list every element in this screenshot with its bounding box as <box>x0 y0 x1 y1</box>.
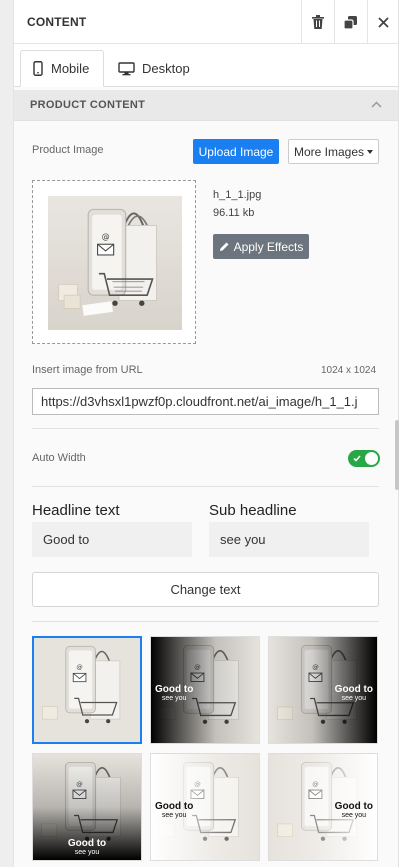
panel-title: CONTENT <box>27 15 87 29</box>
headline-input[interactable]: Good to <box>32 522 192 557</box>
preview-tile[interactable]: @ Good tosee you <box>150 753 260 861</box>
preview-overlay-text: Good to see you <box>155 801 194 820</box>
tab-mobile-label: Mobile <box>51 61 90 76</box>
content-panel: CONTENT Mobile Desktop PRODUCT CONTENT P… <box>13 0 399 867</box>
preview-headline: Good to <box>155 684 194 695</box>
svg-text:@: @ <box>102 232 110 241</box>
resize-handle[interactable] <box>395 420 399 490</box>
product-image-label: Product Image <box>32 144 104 156</box>
divider <box>32 486 379 487</box>
divider <box>32 621 379 622</box>
preview-tile[interactable]: @ Good tosee you <box>32 753 142 861</box>
more-images-dropdown[interactable]: More Images <box>288 139 379 164</box>
panel-header: CONTENT <box>14 0 398 44</box>
subheadline-label: Sub headline <box>209 502 297 519</box>
preview-overlay-text: Good to see you <box>33 838 141 857</box>
apply-effects-label: Apply Effects <box>233 239 304 254</box>
svg-text:@: @ <box>76 663 82 671</box>
url-label: Insert image from URL <box>32 364 143 376</box>
subheadline-input[interactable]: see you <box>209 522 369 557</box>
trash-icon <box>311 15 324 29</box>
preview-overlay-text: Good to see you <box>334 684 373 703</box>
check-icon <box>353 455 361 462</box>
device-tabs: Mobile Desktop <box>14 44 398 87</box>
change-text-button[interactable]: Change text <box>32 572 379 607</box>
preview-headline: Good to <box>67 838 107 849</box>
tab-mobile[interactable]: Mobile <box>20 50 104 87</box>
toggle-knob <box>365 452 378 465</box>
tab-desktop[interactable]: Desktop <box>116 50 190 87</box>
preview-subheadline: see you <box>161 812 187 819</box>
preview-subheadline: see you <box>74 849 100 856</box>
preview-tile[interactable]: @ Good tosee you <box>150 636 260 744</box>
image-url-input[interactable]: https://d3vhsxl1pwzf0p.cloudfront.net/ai… <box>32 388 379 415</box>
section-title: PRODUCT CONTENT <box>30 99 146 111</box>
preview-subheadline: see you <box>341 695 367 702</box>
duplicate-button[interactable] <box>334 0 366 44</box>
more-images-label: More Images <box>293 144 365 159</box>
file-name: h_1_1.jpg <box>213 189 262 201</box>
product-image-thumbnail: @ <box>48 196 182 330</box>
caret-down-icon <box>367 149 374 154</box>
tab-desktop-label: Desktop <box>142 61 190 76</box>
left-gutter <box>0 0 13 867</box>
auto-width-label: Auto Width <box>32 452 86 464</box>
delete-button[interactable] <box>301 0 333 44</box>
preview-overlay-text: Good to see you <box>155 684 194 703</box>
preview-headline: Good to <box>334 684 373 695</box>
preview-headline: Good to <box>155 801 194 812</box>
upload-image-button[interactable]: Upload Image <box>193 139 279 164</box>
preview-tile[interactable]: @ Good tosee you <box>268 753 378 861</box>
preview-subheadline: see you <box>341 812 367 819</box>
preview-tile[interactable]: @ <box>32 636 142 744</box>
preview-tile[interactable]: @ Good tosee you <box>268 636 378 744</box>
close-button[interactable] <box>367 0 398 44</box>
file-size: 96.11 kb <box>213 207 255 219</box>
product-image-dropzone[interactable]: @ <box>32 180 196 344</box>
headline-label: Headline text <box>32 502 120 519</box>
pencil-icon <box>219 242 229 251</box>
divider <box>32 428 379 429</box>
product-content-section-header[interactable]: PRODUCT CONTENT <box>14 90 398 121</box>
preview-overlay-text: Good to see you <box>334 801 373 820</box>
mobile-icon <box>33 61 43 76</box>
close-icon <box>378 16 389 28</box>
preview-headline: Good to <box>334 801 373 812</box>
auto-width-toggle[interactable] <box>348 450 380 467</box>
preview-subheadline: see you <box>161 695 187 702</box>
copy-icon <box>344 15 357 29</box>
desktop-icon <box>118 61 135 75</box>
image-dimensions: 1024 x 1024 <box>321 365 377 376</box>
preview-image: @ <box>34 638 140 742</box>
apply-effects-button[interactable]: Apply Effects <box>213 234 309 259</box>
chevron-up-icon <box>371 101 382 108</box>
